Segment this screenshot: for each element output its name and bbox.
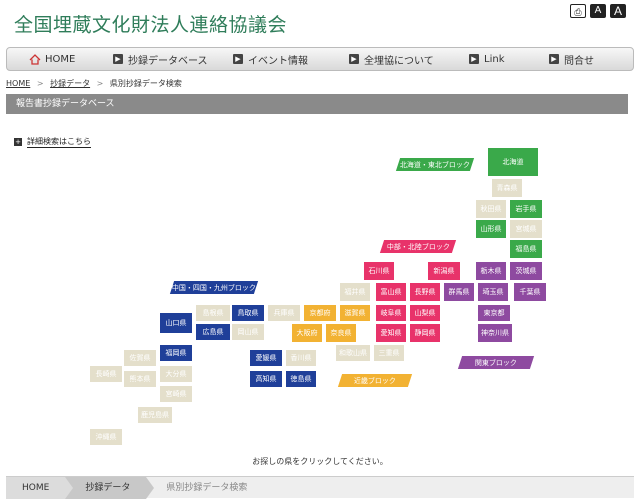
pref-gunma[interactable]: 群馬県 — [444, 283, 474, 301]
breadcrumb-data[interactable]: 抄録データ — [50, 79, 90, 88]
nav-events-label: イベント情報 — [248, 55, 308, 67]
pref-hyogo[interactable]: 兵庫県 — [268, 305, 300, 321]
pref-tokyo[interactable]: 東京都 — [478, 305, 510, 321]
region-label-hokkaido-tohoku: 北海道・東北ブロック — [395, 158, 475, 171]
pref-yamanashi[interactable]: 山梨県 — [410, 305, 440, 321]
pref-fukushima[interactable]: 福島県 — [510, 240, 542, 258]
pref-kochi[interactable]: 高知県 — [250, 371, 282, 387]
pref-osaka[interactable]: 大阪府 — [292, 324, 322, 342]
bottom-breadcrumb: HOME 抄録データ 県別抄録データ検索 — [6, 476, 634, 499]
pref-tottori[interactable]: 鳥取県 — [232, 305, 264, 321]
pref-kanagawa[interactable]: 神奈川県 — [478, 324, 512, 342]
pref-kagawa[interactable]: 香川県 — [286, 350, 316, 366]
pref-aichi[interactable]: 愛知県 — [376, 324, 406, 342]
pref-okinawa[interactable]: 沖縄県 — [90, 429, 122, 445]
main-nav: HOME ▶ 抄録データベース ▶ イベント情報 ▶ 全埋協について ▶ Lin… — [6, 47, 634, 71]
nav-about-label: 全埋協について — [364, 55, 434, 67]
nav-contact-label: 問合せ — [564, 55, 594, 67]
plus-icon: + — [14, 138, 22, 146]
bullet-icon: ▶ — [233, 54, 243, 64]
bullet-icon: ▶ — [349, 54, 359, 64]
pref-yamaguchi[interactable]: 山口県 — [160, 313, 192, 333]
bottom-breadcrumb-home[interactable]: HOME — [6, 477, 74, 499]
pref-niigata[interactable]: 新潟県 — [428, 262, 460, 280]
pref-gifu[interactable]: 岐阜県 — [376, 305, 406, 321]
pref-iwate[interactable]: 岩手県 — [510, 200, 542, 218]
bottom-breadcrumb-current: 県別抄録データ検索 — [166, 483, 248, 493]
font-small-button[interactable]: A — [590, 4, 606, 18]
bottom-breadcrumb-data[interactable]: 抄録データ — [65, 477, 155, 499]
breadcrumb-current: 県別抄録データ検索 — [109, 79, 182, 88]
pref-ishikawa[interactable]: 石川県 — [364, 262, 394, 280]
pref-chiba[interactable]: 千葉県 — [514, 283, 546, 301]
font-large-button[interactable]: A — [610, 4, 626, 18]
pref-nagano[interactable]: 長野県 — [410, 283, 440, 301]
pref-ibaraki[interactable]: 茨城県 — [510, 262, 542, 280]
pref-miyagi[interactable]: 宮城県 — [510, 220, 542, 238]
section-title: 報告書抄録データベース — [6, 94, 628, 114]
pref-akita[interactable]: 秋田県 — [476, 200, 506, 218]
pref-hokkaido[interactable]: 北海道 — [488, 148, 538, 176]
pref-mie[interactable]: 三重県 — [374, 345, 404, 361]
pref-nara[interactable]: 奈良県 — [326, 324, 356, 342]
nav-events[interactable]: ▶ イベント情報 — [223, 48, 339, 70]
pref-tochigi[interactable]: 栃木県 — [476, 262, 506, 280]
pref-kumamoto[interactable]: 熊本県 — [124, 371, 156, 387]
pref-yamagata[interactable]: 山形県 — [476, 220, 506, 238]
pref-fukuoka[interactable]: 福岡県 — [160, 345, 192, 361]
nav-home-label: HOME — [45, 53, 76, 65]
region-label-chubu-hokuriku: 中部・北陸ブロック — [379, 240, 457, 253]
bullet-icon: ▶ — [549, 54, 559, 64]
breadcrumb-separator: > — [96, 79, 104, 88]
pref-saga[interactable]: 佐賀県 — [124, 350, 156, 366]
detail-search-label: 詳細検索はこちら — [27, 137, 91, 148]
region-label-chugoku-shikoku-kyushu: 中国・四国・九州ブロック — [169, 281, 259, 294]
pref-shiga[interactable]: 滋賀県 — [340, 305, 370, 321]
region-label-kanto: 関東ブロック — [457, 356, 535, 369]
nav-database-label: 抄録データベース — [128, 55, 208, 67]
pref-wakayama[interactable]: 和歌山県 — [336, 345, 370, 361]
detail-search-link[interactable]: + 詳細検索はこちら — [14, 136, 91, 148]
breadcrumb-separator: > — [36, 79, 44, 88]
pref-oita[interactable]: 大分県 — [160, 366, 192, 382]
pref-kyoto[interactable]: 京都府 — [304, 305, 336, 321]
pref-shizuoka[interactable]: 静岡県 — [410, 324, 440, 342]
nav-contact[interactable]: ▶ 問合せ — [539, 48, 629, 70]
breadcrumb-home[interactable]: HOME — [6, 79, 30, 88]
pref-ehime[interactable]: 愛媛県 — [250, 350, 282, 366]
home-icon — [29, 53, 41, 65]
nav-link[interactable]: ▶ Link — [459, 48, 539, 70]
pref-saitama[interactable]: 埼玉県 — [478, 283, 508, 301]
pref-miyazaki[interactable]: 宮崎県 — [160, 386, 192, 402]
nav-link-label: Link — [484, 53, 505, 65]
nav-home[interactable]: HOME — [7, 48, 103, 70]
region-label-kinki: 近畿ブロック — [337, 374, 413, 387]
pref-fukui[interactable]: 福井県 — [340, 283, 370, 301]
pref-okayama[interactable]: 岡山県 — [232, 324, 264, 340]
pref-hiroshima[interactable]: 広島県 — [196, 324, 230, 340]
bullet-icon: ▶ — [469, 54, 479, 64]
site-title[interactable]: 全国埋蔵文化財法人連絡協議会 — [14, 10, 287, 37]
pref-aomori[interactable]: 青森県 — [492, 179, 522, 197]
pref-shimane[interactable]: 島根県 — [196, 305, 230, 321]
instruction-caption: お探しの県をクリックしてください。 — [252, 457, 388, 466]
pref-kagoshima[interactable]: 鹿児島県 — [138, 407, 172, 423]
pref-toyama[interactable]: 富山県 — [376, 283, 406, 301]
pref-tokushima[interactable]: 徳島県 — [286, 371, 316, 387]
nav-about[interactable]: ▶ 全埋協について — [339, 48, 459, 70]
printer-icon[interactable]: ⎙ — [570, 4, 586, 18]
breadcrumb: HOME > 抄録データ > 県別抄録データ検索 — [6, 78, 186, 89]
pref-nagasaki[interactable]: 長崎県 — [90, 366, 122, 382]
nav-database[interactable]: ▶ 抄録データベース — [103, 48, 223, 70]
toolbar: ⎙ A A — [570, 4, 626, 18]
bullet-icon: ▶ — [113, 54, 123, 64]
